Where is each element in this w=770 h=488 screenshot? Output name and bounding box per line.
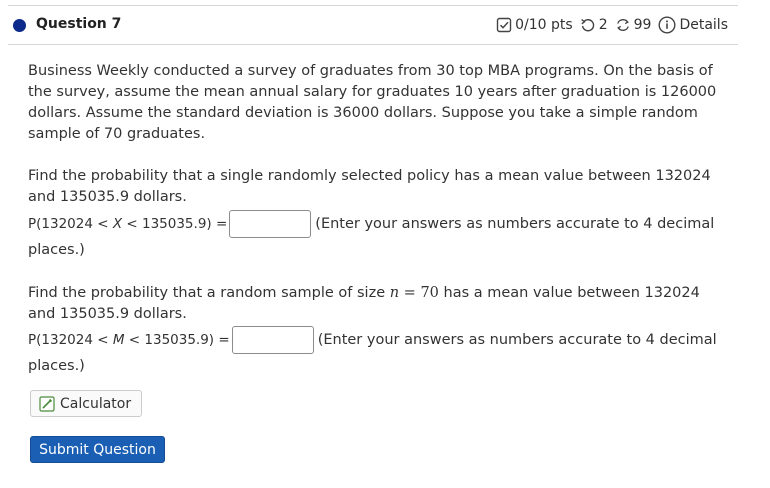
- submit-question-button[interactable]: Submit Question: [30, 436, 165, 463]
- part1-eq-suffix: < 135035.9) =: [122, 216, 228, 232]
- info-icon[interactable]: [658, 16, 676, 34]
- part2-eq-suffix: < 135035.9) =: [124, 332, 230, 348]
- retries: 2: [580, 17, 608, 33]
- part1-prompt: Find the probability that a single rando…: [28, 168, 711, 205]
- part1-eq-prefix: P(132024 <: [28, 216, 113, 232]
- part2-hint: (Enter your answers as numbers accurate …: [317, 332, 717, 348]
- part1-answer-input[interactable]: [229, 210, 312, 238]
- part1-equation: P(132024 < X < 135035.9) =: [28, 216, 227, 232]
- part2-prompt-start: Find the probability that a random sampl…: [28, 285, 390, 301]
- question-meta: 0/10 pts 2 99 Details: [489, 16, 728, 34]
- part2-prompt: Find the probability that a random sampl…: [28, 283, 728, 325]
- checkbox-score-icon: [496, 17, 512, 33]
- question-header: Question 7 0/10 pts 2 99 Details: [8, 5, 738, 45]
- retry-icon: [580, 17, 596, 33]
- part2-hint-continued: places.): [28, 358, 85, 374]
- part2-equation-row: P(132024 < M < 135035.9) = (Enter your a…: [28, 324, 748, 356]
- score-label: 0/10 pts: [515, 17, 573, 33]
- attempts-cycle-icon: [615, 17, 631, 33]
- part2-math-value: = 70: [399, 285, 439, 301]
- part2-math-n: n: [389, 285, 400, 301]
- part2-equation: P(132024 < M < 135035.9) =: [28, 332, 230, 348]
- score: 0/10 pts: [496, 17, 573, 33]
- calculator-icon: [39, 395, 55, 412]
- calculator-label[interactable]: Calculator: [60, 396, 131, 412]
- part1-eq-variable: X: [112, 216, 123, 232]
- part2-answer-input[interactable]: [231, 326, 314, 354]
- retries-count: 2: [598, 17, 608, 33]
- part2-eq-prefix: P(132024 <: [28, 332, 113, 348]
- part1-hint: (Enter your answers as numbers accurate …: [315, 216, 715, 232]
- question-status-dot: [13, 19, 26, 32]
- part2-eq-variable: M: [112, 332, 125, 348]
- part1-equation-row: P(132024 < X < 135035.9) = (Enter your a…: [28, 208, 748, 240]
- calculator-button[interactable]: Calculator: [30, 390, 142, 417]
- attempts: 99: [615, 17, 652, 33]
- attempts-count: 99: [633, 17, 652, 33]
- details-label[interactable]: Details: [679, 17, 728, 33]
- part1-hint-continued: places.): [28, 242, 85, 258]
- question-title: Question 7: [36, 16, 122, 32]
- problem-intro: Business Weekly conducted a survey of gr…: [28, 63, 717, 142]
- details-link[interactable]: Details: [658, 16, 728, 34]
